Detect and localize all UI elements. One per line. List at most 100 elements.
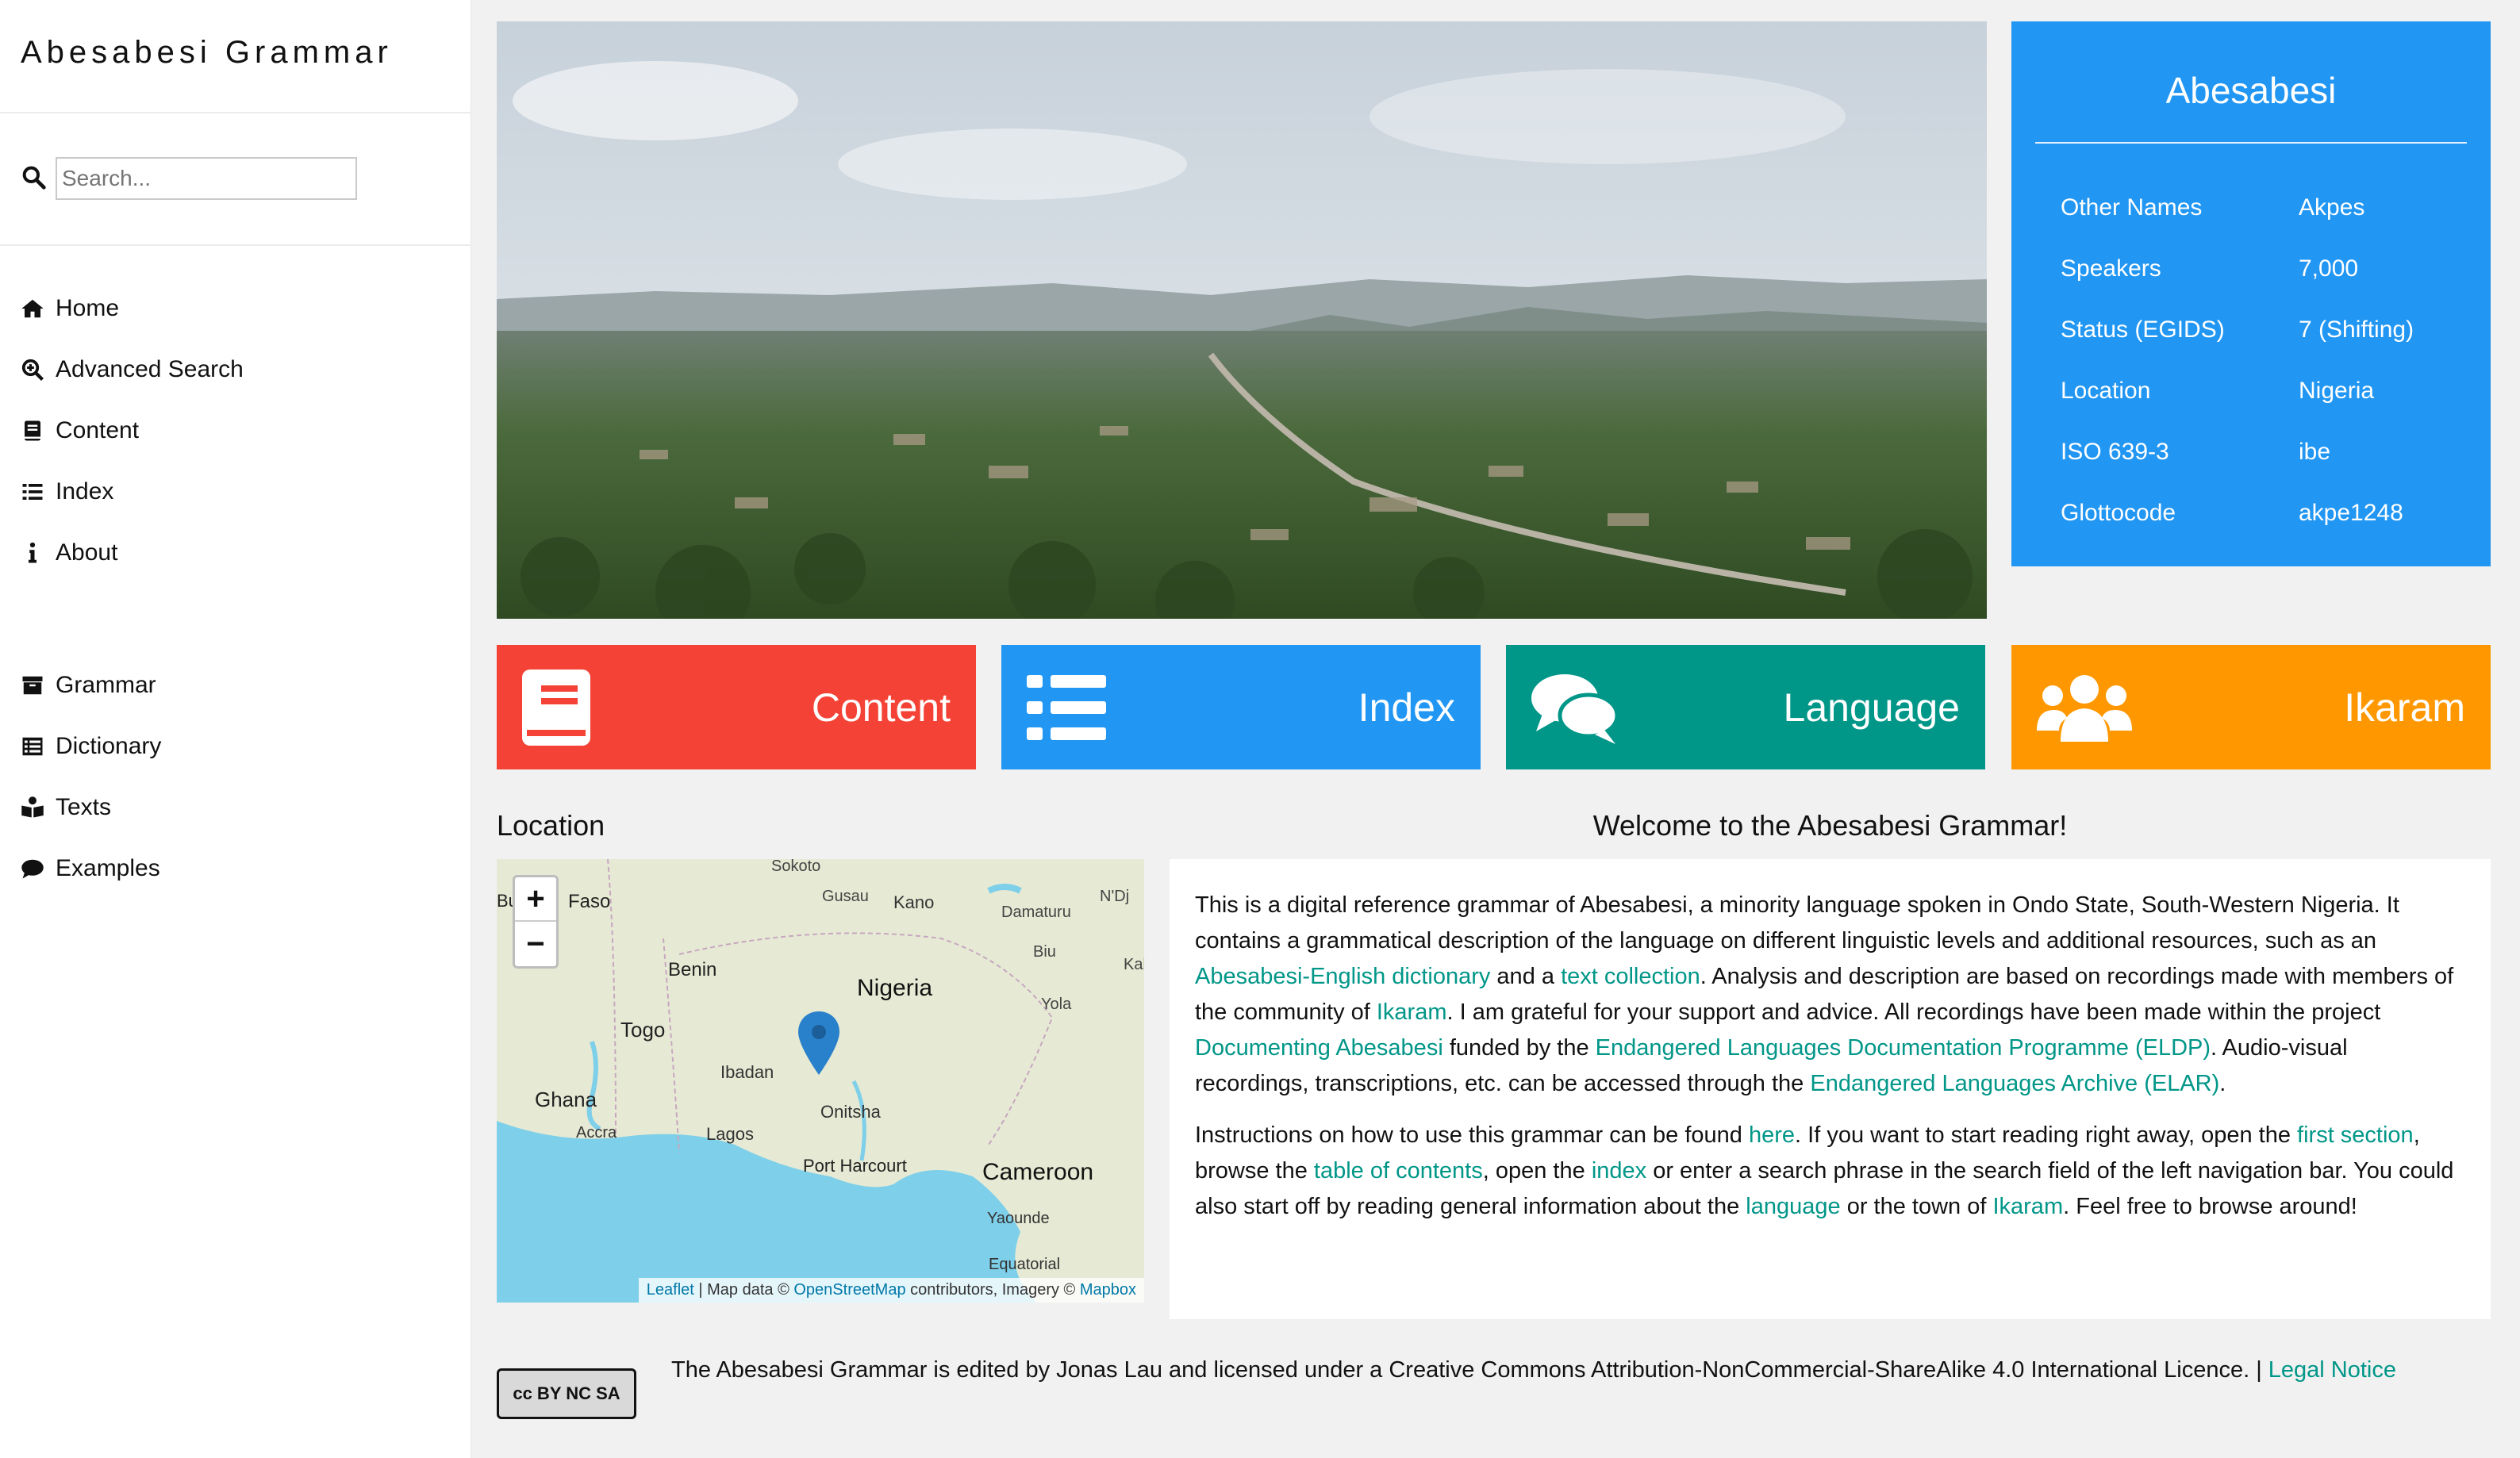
tile-language[interactable]: Language <box>1506 645 1985 769</box>
divider <box>0 244 471 246</box>
list-icon <box>1027 674 1106 740</box>
map-label: Kal <box>1124 956 1144 973</box>
nav-label: Content <box>56 416 140 443</box>
map-attribution: Leaflet | Map data © OpenStreetMap contr… <box>638 1278 1144 1303</box>
list-icon <box>21 480 56 504</box>
welcome-link[interactable]: Endangered Languages Documentation Progr… <box>1596 1035 2211 1061</box>
welcome-text: Instructions on how to use this grammar … <box>1195 1122 1749 1148</box>
search-icon <box>21 164 46 194</box>
map-label: Benin <box>668 959 717 980</box>
welcome-link[interactable]: table of contents <box>1314 1158 1483 1184</box>
welcome-link[interactable]: text collection <box>1561 964 1700 989</box>
welcome-link[interactable]: Abesabesi-English dictionary <box>1195 964 1490 989</box>
location-map[interactable]: Sokoto Gusau Kano Damaturu N'Dj Faso Ben… <box>497 859 1144 1303</box>
info-key: ISO 639-3 <box>2061 439 2169 465</box>
info-value: Akpes <box>2299 194 2365 221</box>
info-key: Location <box>2061 378 2151 404</box>
nav-label: Texts <box>56 793 112 820</box>
nav-primary: Home Advanced Search Content Index About <box>21 278 465 583</box>
book-icon <box>21 419 56 443</box>
footer: cc BY NC SA The Abesabesi Grammar is edi… <box>497 1352 2491 1419</box>
welcome-link[interactable]: language <box>1746 1194 1840 1219</box>
zoom-search-icon <box>21 358 56 382</box>
info-value: ibe <box>2299 439 2331 465</box>
nav-item-home[interactable]: Home <box>21 278 465 339</box>
info-row: Glottocode akpe1248 <box>2061 489 2473 537</box>
tile-label: Language <box>1783 685 1960 730</box>
welcome-text: or the town of <box>1840 1194 1993 1219</box>
welcome-link[interactable]: Documenting Abesabesi <box>1195 1035 1443 1061</box>
map-label: Damaturu <box>1001 904 1071 921</box>
welcome-text: . <box>2219 1071 2226 1096</box>
nav-item-index[interactable]: Index <box>21 461 465 522</box>
mapbox-link[interactable]: Mapbox <box>1080 1281 1136 1299</box>
cc-license-badge[interactable]: cc BY NC SA <box>497 1368 636 1419</box>
zoom-out-button[interactable]: − <box>515 922 556 966</box>
nav-secondary: Grammar Dictionary Texts Examples <box>21 654 465 899</box>
attribution-text: contributors, Imagery © <box>905 1281 1080 1299</box>
language-infobox: Abesabesi Other Names Akpes Speakers 7,000… <box>2011 21 2491 566</box>
divider <box>2035 142 2467 144</box>
info-icon <box>21 541 56 565</box>
map-label: Sokoto <box>771 859 821 875</box>
map-label: Cameroon <box>982 1159 1094 1185</box>
search-bar <box>21 157 357 200</box>
leaflet-link[interactable]: Leaflet <box>647 1281 694 1299</box>
tile-ikaram[interactable]: Ikaram <box>2011 645 2491 769</box>
welcome-panel: This is a digital reference grammar of A… <box>1170 859 2491 1319</box>
welcome-link[interactable]: Ikaram <box>1377 999 1447 1025</box>
tile-index[interactable]: Index <box>1001 645 1481 769</box>
map-label: Nigeria <box>857 975 933 1001</box>
welcome-text: . Feel free to browse around! <box>2063 1194 2357 1219</box>
welcome-link[interactable]: Endangered Languages Archive (ELAR) <box>1810 1071 2219 1096</box>
nav-item-examples[interactable]: Examples <box>21 838 465 899</box>
site-title[interactable]: Abesabesi Grammar <box>21 35 393 71</box>
welcome-heading: Welcome to the Abesabesi Grammar! <box>1592 809 2068 842</box>
map-label: Kano <box>893 892 935 912</box>
nav-item-grammar[interactable]: Grammar <box>21 654 465 716</box>
book-reader-icon <box>21 796 56 819</box>
nav-item-texts[interactable]: Texts <box>21 777 465 838</box>
landscape-photo <box>497 21 1987 619</box>
license-text: The Abesabesi Grammar is edited by Jonas… <box>671 1357 2268 1383</box>
info-row: Status (EGIDS) 7 (Shifting) <box>2061 306 2473 354</box>
map-label: Equatorial <box>989 1256 1061 1273</box>
legal-notice-link[interactable]: Legal Notice <box>2268 1357 2396 1383</box>
nav-item-about[interactable]: About <box>21 522 465 583</box>
info-key: Other Names <box>2061 194 2203 221</box>
info-key: Status (EGIDS) <box>2061 317 2225 343</box>
tile-label: Ikaram <box>2344 685 2465 730</box>
info-row: Other Names Akpes <box>2061 184 2473 232</box>
zoom-in-button[interactable]: + <box>515 877 556 922</box>
map-label: Accra <box>576 1124 617 1141</box>
nav-label: Grammar <box>56 671 156 698</box>
nav-item-dictionary[interactable]: Dictionary <box>21 716 465 777</box>
welcome-text: and a <box>1490 964 1562 989</box>
welcome-link[interactable]: Ikaram <box>1992 1194 2063 1219</box>
search-input[interactable] <box>56 157 357 200</box>
welcome-text: funded by the <box>1442 1035 1596 1061</box>
welcome-text: . I am grateful for your support and adv… <box>1446 999 2381 1025</box>
welcome-link[interactable]: index <box>1592 1158 1646 1184</box>
footer-text: The Abesabesi Grammar is edited by Jonas… <box>671 1352 2457 1388</box>
welcome-link[interactable]: here <box>1749 1122 1795 1148</box>
map-marker-icon[interactable] <box>798 1011 839 1079</box>
book-icon <box>522 669 590 746</box>
nav-item-content[interactable]: Content <box>21 400 465 461</box>
info-value: 7 (Shifting) <box>2299 317 2414 343</box>
comment-icon <box>21 857 56 881</box>
nav-item-advanced-search[interactable]: Advanced Search <box>21 339 465 400</box>
nav-label: Examples <box>56 854 160 881</box>
infobox-title: Abesabesi <box>2165 70 2337 111</box>
table-list-icon <box>21 735 56 758</box>
map-label: Biu <box>1033 943 1056 961</box>
map-label: Gusau <box>822 888 869 905</box>
tile-content[interactable]: Content <box>497 645 976 769</box>
tile-label: Index <box>1358 685 1455 730</box>
welcome-link[interactable]: first section <box>2297 1122 2414 1148</box>
openstreetmap-link[interactable]: OpenStreetMap <box>793 1281 905 1299</box>
map-label: Yaounde <box>987 1210 1050 1227</box>
welcome-text: This is a digital reference grammar of A… <box>1195 892 2399 953</box>
map-label: Ghana <box>535 1088 597 1111</box>
welcome-text: . If you want to start reading right awa… <box>1795 1122 2298 1148</box>
